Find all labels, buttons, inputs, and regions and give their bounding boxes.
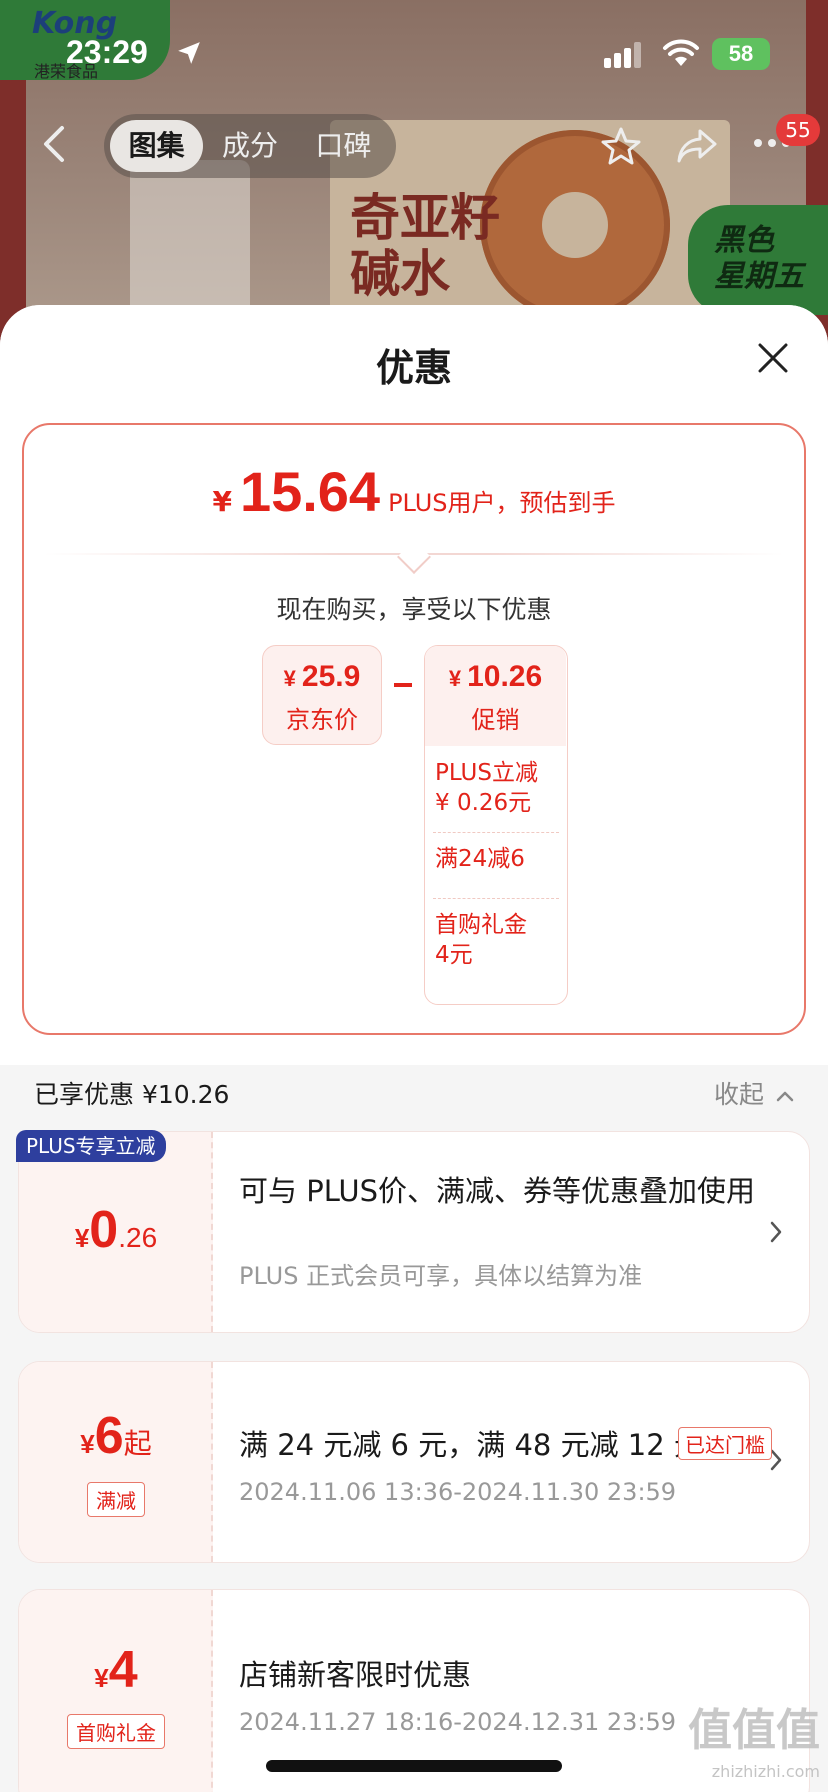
collapse-label: 收起	[714, 1080, 765, 1109]
location-arrow-icon	[178, 42, 200, 64]
chevron-right-icon	[770, 1221, 782, 1243]
promo-separator	[433, 832, 559, 833]
coupon-currency: ¥	[80, 1429, 95, 1459]
cellular-signal-icon	[604, 42, 641, 68]
coupon-amount-suffix: 起	[123, 1427, 152, 1460]
coupon-subtitle: PLUS 正式会员可享，具体以结算为准	[239, 1262, 643, 1290]
coupon-type-tag: 满减	[19, 1482, 213, 1517]
back-icon[interactable]	[36, 124, 72, 164]
coupon-amount: ¥4	[19, 1640, 213, 1700]
estimated-currency: ¥	[212, 485, 232, 518]
coupon-type-tag-label: 首购礼金	[67, 1714, 165, 1749]
divider-caret	[397, 540, 431, 574]
coupon-amount-big: 0	[89, 1201, 119, 1259]
jd-price-label: 京东价	[286, 706, 358, 734]
minus-sign	[394, 683, 412, 687]
jd-price-chip: ¥25.9 京东价	[262, 645, 382, 745]
promo-item-full-reduction: 满24减6	[435, 846, 525, 872]
coupon-amount-small: .26	[118, 1222, 158, 1253]
enjoyed-discount-total: 已享优惠 ¥10.26	[34, 1080, 230, 1109]
tab-reviews[interactable]: 口碑	[297, 120, 390, 172]
coupon-title: 满 24 元减 6 元，满 48 元减 12 元	[239, 1428, 703, 1462]
promotion-currency: ¥	[448, 666, 462, 691]
coupon-currency: ¥	[94, 1663, 109, 1693]
coupon-title: 店铺新客限时优惠	[239, 1658, 472, 1692]
coupon-card-full-reduction[interactable]: ¥6起 满减 满 24 元减 6 元，满 48 元减 12 元 2024.11.…	[18, 1361, 810, 1563]
chevron-up-icon	[776, 1091, 794, 1102]
watermark-url: zhizhizhi.com	[711, 1762, 820, 1781]
message-count-badge: 55	[776, 114, 820, 146]
close-icon[interactable]	[756, 341, 790, 375]
plus-exclusive-ribbon: PLUS专享立减	[16, 1130, 166, 1162]
promo-separator	[433, 898, 559, 899]
discount-sheet: 优惠 ¥15.64 PLUS用户，预估到手 现在购买，享受以下优惠 ¥25.9 京…	[0, 305, 828, 1792]
promotion-value: ¥10.26	[425, 660, 566, 694]
tab-gallery[interactable]: 图集	[110, 120, 204, 172]
wifi-icon	[663, 39, 699, 66]
coupon-amount-big: 6	[94, 1407, 124, 1465]
jd-price-currency: ¥	[283, 666, 296, 691]
coupon-currency: ¥	[74, 1223, 90, 1253]
promotion-number: 10.26	[467, 660, 543, 693]
coupon-validity: 2024.11.06 13:36-2024.11.30 23:59	[239, 1478, 677, 1506]
coupon-type-tag-label: 满减	[87, 1482, 145, 1517]
price-breakdown-card: ¥15.64 PLUS用户，预估到手 现在购买，享受以下优惠 ¥25.9 京东价 …	[22, 423, 806, 1035]
threshold-reached-badge: 已达门槛	[678, 1427, 772, 1460]
promo-item-first-purchase: 首购礼金 4元	[435, 912, 527, 968]
sheet-title: 优惠	[375, 346, 452, 390]
collapse-button[interactable]: 收起	[714, 1075, 794, 1111]
coupon-amount: ¥6起	[19, 1406, 213, 1466]
product-section-tabs: 图集 成分 口碑	[104, 114, 396, 178]
promotion-chip: ¥10.26 促销 PLUS立减 ¥ 0.26元 满24减6 首购礼金 4元	[424, 645, 568, 1005]
tab-ingredients[interactable]: 成分	[203, 120, 296, 172]
favorite-star-icon[interactable]	[600, 126, 642, 166]
coupon-amount: ¥0.26	[19, 1200, 213, 1260]
coupon-title: 可与 PLUS价、满减、券等优惠叠加使用	[239, 1174, 756, 1208]
jd-price-number: 25.9	[301, 660, 361, 693]
battery-indicator: 58	[712, 38, 770, 70]
coupon-type-tag: 首购礼金	[19, 1714, 213, 1749]
watermark-logo: 值值值	[688, 1705, 820, 1756]
estimated-amount: 15.64	[239, 460, 381, 523]
promo-item-plus: PLUS立减 ¥ 0.26元	[435, 760, 538, 816]
coupon-amount-big: 4	[108, 1641, 138, 1699]
promotion-label: 促销	[471, 706, 520, 734]
home-indicator[interactable]	[266, 1760, 562, 1772]
status-bar: 23:29 58	[0, 0, 828, 100]
estimated-note: PLUS用户，预估到手	[388, 489, 616, 517]
promotion-head: ¥10.26 促销	[425, 646, 566, 746]
black-friday-badge[interactable]: 黑色 星期五	[688, 205, 828, 315]
jd-price-value: ¥25.9	[263, 660, 381, 694]
buy-note: 现在购买，享受以下优惠	[276, 595, 552, 624]
estimated-price: ¥15.64 PLUS用户，预估到手	[24, 459, 804, 524]
share-icon[interactable]	[676, 128, 718, 164]
status-time: 23:29	[66, 34, 148, 70]
